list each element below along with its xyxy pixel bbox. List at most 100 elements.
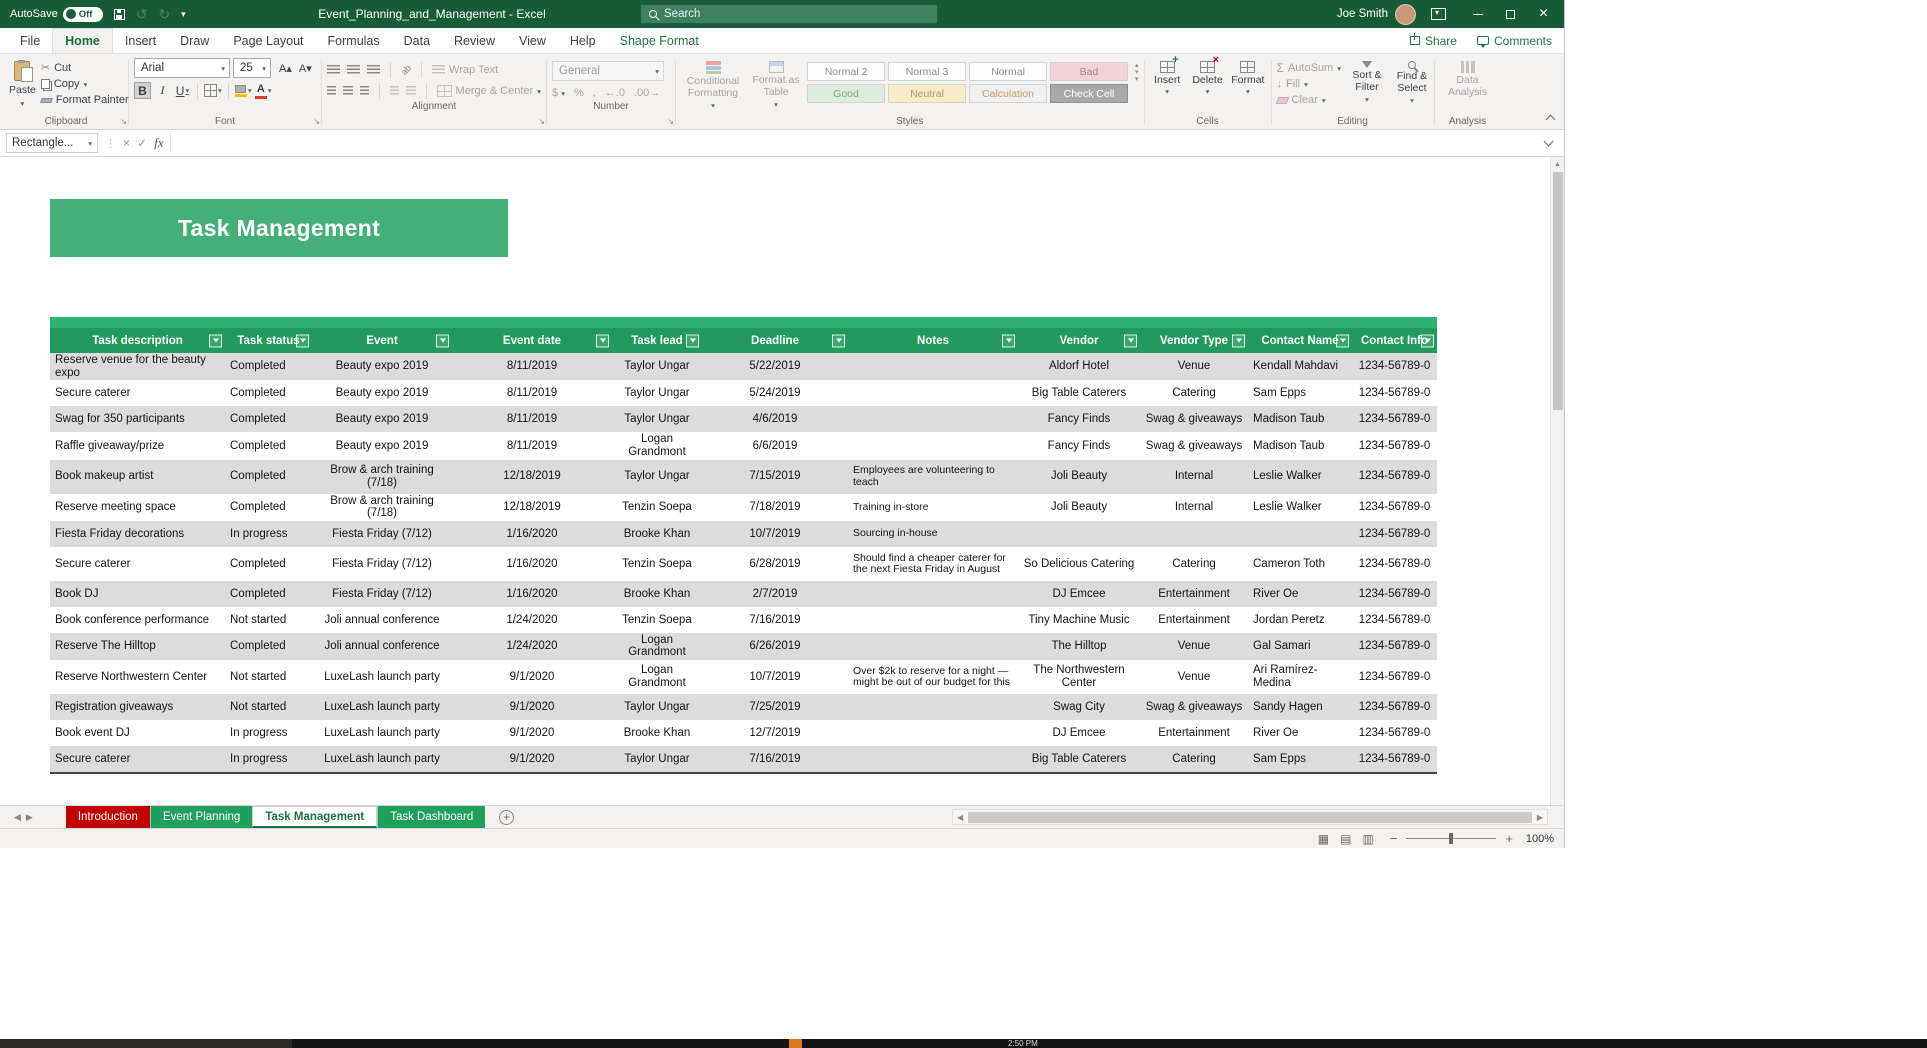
percent-style-button[interactable]: % (574, 87, 584, 99)
italic-button[interactable]: I (154, 82, 171, 99)
format-cells-button[interactable]: Format▾ (1230, 58, 1265, 96)
filter-button[interactable] (596, 334, 609, 347)
delete-cells-button[interactable]: Delete▾ (1190, 58, 1225, 96)
clipboard-dialog-launcher-icon[interactable]: ↘ (120, 117, 127, 126)
cell-style-normal-2[interactable]: Normal 2 (807, 62, 885, 81)
align-center-icon[interactable] (343, 86, 352, 96)
filter-button[interactable] (1232, 334, 1245, 347)
tab-view[interactable]: View (507, 28, 558, 53)
align-bottom-icon[interactable] (367, 65, 380, 75)
borders-button[interactable]: ▾ (204, 82, 222, 99)
insert-function-icon[interactable]: fx (154, 135, 163, 151)
filter-button[interactable] (1002, 334, 1015, 347)
minimize-button[interactable] (1461, 0, 1494, 28)
align-left-icon[interactable] (327, 86, 336, 96)
filter-button[interactable] (832, 334, 845, 347)
sheet-tab-introduction[interactable]: Introduction (66, 806, 150, 828)
tab-help[interactable]: Help (558, 28, 608, 53)
table-row[interactable]: Book makeup artistCompletedBrow & arch t… (50, 460, 1437, 494)
insert-cells-button[interactable]: Insert▾ (1150, 58, 1185, 96)
table-row[interactable]: Raffle giveaway/prizeCompletedBeauty exp… (50, 432, 1437, 459)
enter-icon[interactable]: ✓ (137, 136, 147, 150)
vertical-scroll-thumb[interactable] (1553, 172, 1563, 410)
align-right-icon[interactable] (360, 86, 369, 96)
sheet-tab-event-planning[interactable]: Event Planning (150, 806, 252, 828)
tab-data[interactable]: Data (392, 28, 442, 53)
ribbon-display-options-icon[interactable] (1431, 8, 1446, 20)
table-row[interactable]: Book DJCompletedFiesta Friday (7/12)1/16… (50, 581, 1437, 607)
cell-style-bad[interactable]: Bad (1050, 62, 1128, 81)
zoom-slider[interactable] (1406, 838, 1496, 839)
increase-decimal-button[interactable]: ←.0 (605, 87, 625, 99)
fill-color-button[interactable]: ▾ (235, 82, 252, 99)
tab-review[interactable]: Review (442, 28, 507, 53)
filter-button[interactable] (1421, 334, 1434, 347)
fill-button[interactable]: ↓Fill▾ (1277, 78, 1341, 90)
horizontal-scroll-thumb[interactable] (968, 812, 1532, 823)
sheet-nav-right-icon[interactable]: ▶ (26, 812, 33, 823)
filter-button[interactable] (209, 334, 222, 347)
table-row[interactable]: Reserve venue for the beauty expoComplet… (50, 353, 1437, 380)
scroll-right-icon[interactable]: ▶ (1533, 813, 1547, 822)
tab-home[interactable]: Home (52, 28, 113, 53)
table-row[interactable]: Reserve meeting spaceCompletedBrow & arc… (50, 494, 1437, 521)
zoom-out-icon[interactable]: − (1390, 832, 1398, 845)
scroll-left-icon[interactable]: ◀ (953, 813, 967, 822)
redo-icon[interactable]: ↻ (158, 7, 170, 21)
wrap-text-button[interactable]: Wrap Text (432, 64, 498, 76)
merge-center-button[interactable]: Merge & Center▾ (437, 85, 541, 97)
page-layout-view-icon[interactable]: ▤ (1340, 832, 1351, 846)
formula-input[interactable] (170, 133, 1538, 153)
cell-style-normal-3[interactable]: Normal 3 (888, 62, 966, 81)
table-row[interactable]: Book conference performanceNot startedJo… (50, 607, 1437, 633)
worksheet[interactable]: Task Management Task descriptionTask sta… (0, 157, 1564, 805)
filter-button[interactable] (436, 334, 449, 347)
table-row[interactable]: Book event DJIn progressLuxeLash launch … (50, 720, 1437, 746)
taskbar[interactable]: 2:50 PM (0, 1039, 1927, 1048)
filter-button[interactable] (686, 334, 699, 347)
vertical-scrollbar[interactable]: ▲ (1550, 157, 1564, 805)
font-dialog-launcher-icon[interactable]: ↘ (313, 117, 320, 126)
close-button[interactable]: × (1527, 0, 1560, 28)
cell-style-check-cell[interactable]: Check Cell (1050, 84, 1128, 103)
comments-button[interactable]: Comments (1477, 34, 1552, 48)
cell-style-normal[interactable]: Normal (969, 62, 1047, 81)
cell-style-neutral[interactable]: Neutral (888, 84, 966, 103)
table-row[interactable]: Secure catererIn progressLuxeLash launch… (50, 746, 1437, 772)
sheet-tab-task-dashboard[interactable]: Task Dashboard (377, 806, 485, 828)
autosum-button[interactable]: ΣAutoSum▾ (1277, 62, 1341, 74)
tab-shape-format[interactable]: Shape Format (608, 28, 711, 53)
tab-formulas[interactable]: Formulas (316, 28, 392, 53)
alignment-dialog-launcher-icon[interactable]: ↘ (538, 117, 545, 126)
horizontal-scrollbar[interactable]: ◀ ▶ (952, 809, 1548, 825)
table-row[interactable]: Secure catererCompletedBeauty expo 20198… (50, 380, 1437, 406)
title-shape[interactable]: Task Management (50, 199, 508, 257)
font-family-select[interactable]: Arial▾ (134, 58, 230, 78)
paste-button[interactable]: Paste ▾ (9, 58, 36, 108)
scroll-up-icon[interactable]: ▲ (1554, 157, 1561, 170)
tab-file[interactable]: File (8, 28, 52, 53)
cell-style-good[interactable]: Good (807, 84, 885, 103)
customize-qat-icon[interactable]: ▾ (181, 10, 186, 19)
decrease-indent-icon[interactable] (390, 86, 399, 96)
find-select-button[interactable]: Find & Select▾ (1391, 58, 1433, 105)
table-row[interactable]: Reserve Northwestern CenterNot startedLu… (50, 660, 1437, 694)
sheet-tab-task-management[interactable]: Task Management (252, 806, 377, 828)
font-color-button[interactable]: A▾ (255, 82, 272, 99)
format-painter-button[interactable]: Format Painter (41, 94, 129, 106)
increase-font-size-button[interactable]: A▴ (276, 60, 295, 77)
number-format-select[interactable]: General▾ (552, 61, 664, 81)
copy-button[interactable]: Copy▾ (41, 78, 129, 90)
search-input[interactable] (664, 8, 929, 20)
increase-indent-icon[interactable] (406, 86, 415, 96)
tab-insert[interactable]: Insert (113, 28, 168, 53)
sheet-nav-left-icon[interactable]: ◀ (14, 812, 21, 823)
table-row[interactable]: Secure catererCompletedFiesta Friday (7/… (50, 547, 1437, 581)
table-row[interactable]: Swag for 350 participantsCompletedBeauty… (50, 406, 1437, 432)
font-size-select[interactable]: 25▾ (233, 58, 271, 78)
new-sheet-button[interactable]: + (499, 810, 514, 825)
tab-draw[interactable]: Draw (168, 28, 221, 53)
filter-button[interactable] (296, 334, 309, 347)
comma-style-button[interactable]: , (593, 87, 596, 99)
align-top-icon[interactable] (327, 65, 340, 75)
